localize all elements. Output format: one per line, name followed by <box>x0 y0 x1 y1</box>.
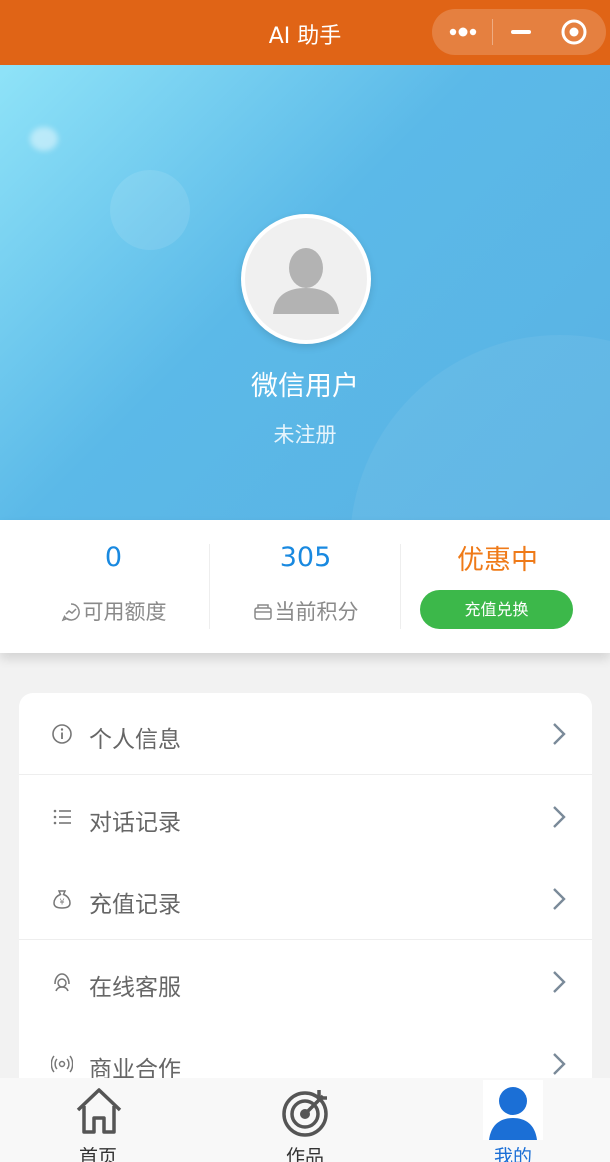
chevron-right-icon <box>553 971 566 993</box>
points-value: 305 <box>279 542 332 573</box>
menu-item-label: 对话记录 <box>89 810 181 836</box>
stats-panel: 0 可用额度 305 当前积分 优惠中 <box>0 520 610 653</box>
decor-glow <box>30 127 58 151</box>
home-icon <box>76 1088 122 1134</box>
quota-stat[interactable]: 0 可用额度 <box>12 520 215 653</box>
points-stat[interactable]: 305 当前积分 <box>204 520 407 653</box>
menu-item-profile[interactable]: 个人信息 <box>19 693 592 775</box>
tab-label: 首页 <box>78 1146 117 1162</box>
list-icon <box>53 809 71 825</box>
target-icon <box>282 1090 328 1137</box>
profile-header: 微信用户 未注册 <box>0 65 610 520</box>
close-target-icon <box>561 19 587 45</box>
headset-icon <box>54 973 70 992</box>
chevron-right-icon <box>553 888 566 910</box>
more-dots-icon <box>449 27 477 37</box>
menu-item-recharge-history[interactable]: ¥ 充值记录 <box>19 858 592 940</box>
wallet-icon <box>253 604 272 620</box>
tab-bar: 首页 作品 我的 <box>0 1078 610 1162</box>
title-bar: AI 助手 <box>0 0 610 65</box>
chevron-right-icon <box>553 723 566 745</box>
menu-item-chat-history[interactable]: 对话记录 <box>19 776 592 858</box>
registration-status: 未注册 <box>273 423 337 447</box>
menu-item-label: 个人信息 <box>89 727 181 753</box>
promo-stat: 优惠中 <box>396 520 599 653</box>
menu-item-customer-service[interactable]: 在线客服 <box>19 941 592 1023</box>
default-user-icon <box>273 248 339 314</box>
more-button[interactable] <box>432 9 492 55</box>
quota-chart-icon <box>61 603 80 622</box>
minimize-button[interactable] <box>493 9 549 55</box>
close-button[interactable] <box>549 9 606 55</box>
minimize-icon <box>511 30 531 34</box>
menu-item-label: 充值记录 <box>89 892 181 918</box>
tab-works[interactable]: 作品 <box>255 1078 355 1162</box>
broadcast-icon <box>51 1055 73 1073</box>
tab-home[interactable]: 首页 <box>48 1078 148 1162</box>
quota-label: 可用额度 <box>82 600 167 624</box>
info-icon <box>52 724 72 744</box>
recharge-button[interactable]: 充值兑换 <box>420 590 573 629</box>
points-label: 当前积分 <box>274 600 359 624</box>
tab-mine[interactable]: 我的 <box>463 1078 563 1162</box>
settings-menu: 个人信息 对话记录 ¥ 充值记录 在线客服 商业合作 <box>19 693 592 1113</box>
promo-label: 优惠中 <box>457 545 538 576</box>
menu-item-label: 在线客服 <box>89 975 181 1001</box>
quota-value: 0 <box>104 542 123 573</box>
money-bag-icon: ¥ <box>53 890 71 909</box>
user-icon <box>483 1080 543 1140</box>
chevron-right-icon <box>553 806 566 828</box>
avatar[interactable] <box>241 214 371 344</box>
decor-bubble <box>110 170 190 250</box>
tab-label: 作品 <box>285 1146 324 1162</box>
chevron-right-icon <box>553 1053 566 1075</box>
tab-label: 我的 <box>493 1146 532 1162</box>
username: 微信用户 <box>251 371 359 402</box>
svg-text:¥: ¥ <box>59 898 64 907</box>
capsule-menu <box>432 9 606 55</box>
